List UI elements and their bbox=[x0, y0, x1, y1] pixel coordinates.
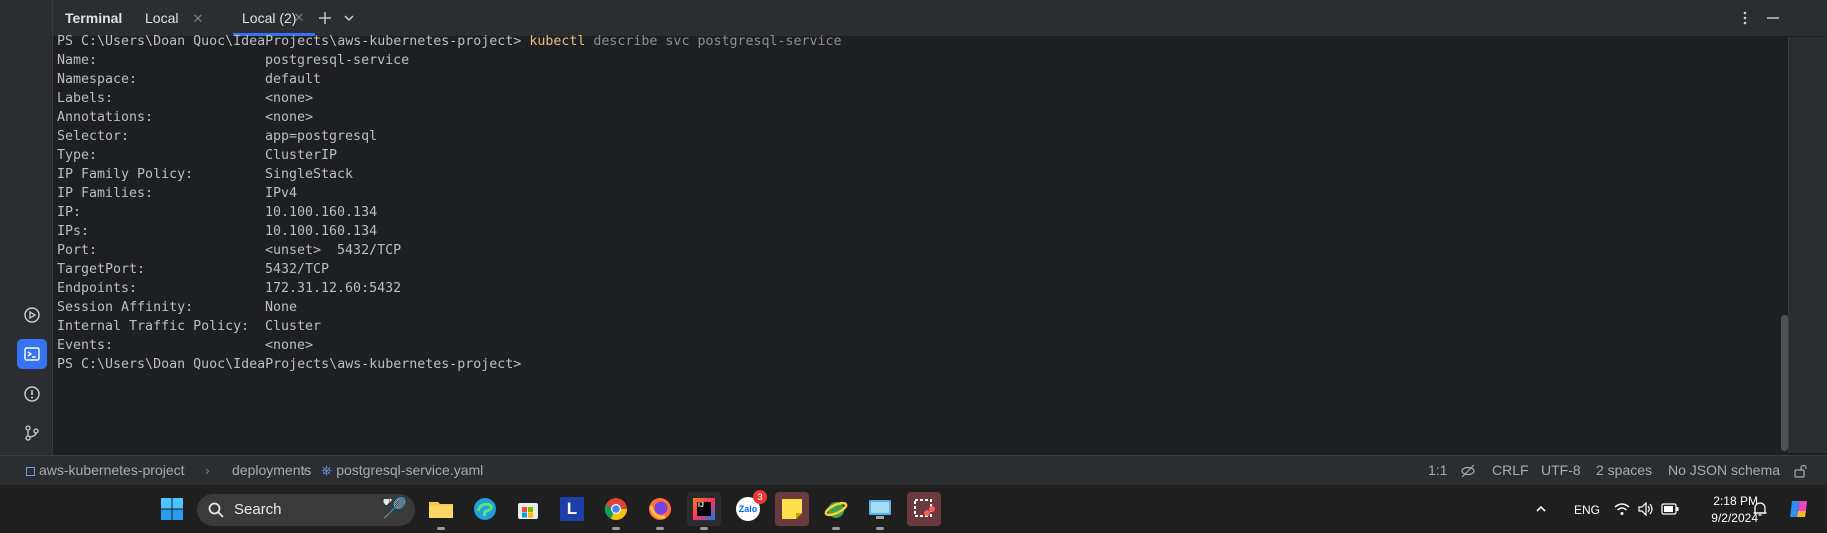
chevron-right-icon: › bbox=[205, 462, 210, 478]
breadcrumb-file-label: postgresql-service.yaml bbox=[336, 462, 484, 478]
file-encoding[interactable]: UTF-8 bbox=[1541, 456, 1581, 485]
breadcrumb-project-label: aws-kubernetes-project bbox=[39, 462, 185, 478]
command-line: PS C:\Users\Doan Quoc\IdeaProjects\aws-k… bbox=[57, 31, 842, 53]
terminal-icon[interactable] bbox=[17, 339, 47, 369]
close-icon[interactable]: ✕ bbox=[289, 8, 309, 28]
tool-window-strip bbox=[12, 0, 53, 455]
minimize-icon[interactable] bbox=[1763, 8, 1783, 28]
battery-icon[interactable] bbox=[1660, 492, 1680, 526]
terminal-output[interactable]: PS C:\Users\Doan Quoc\IdeaProjects\aws-k… bbox=[53, 34, 1784, 453]
unlock-icon[interactable] bbox=[1794, 456, 1808, 485]
indent-setting[interactable]: 2 spaces bbox=[1596, 456, 1652, 485]
sticky-notes-icon[interactable] bbox=[775, 492, 809, 526]
json-schema[interactable]: No JSON schema bbox=[1668, 456, 1780, 485]
plus-icon[interactable] bbox=[315, 8, 335, 28]
file-explorer-icon[interactable] bbox=[424, 492, 458, 530]
prompt-text: PS C:\Users\Doan Quoc\IdeaProjects\aws-k… bbox=[57, 34, 530, 49]
readonly-toggle-icon[interactable] bbox=[1460, 456, 1476, 485]
scrollbar-thumb[interactable] bbox=[1781, 315, 1788, 451]
line-ending[interactable]: CRLF bbox=[1492, 456, 1529, 485]
notification-bell-icon[interactable] bbox=[1748, 492, 1772, 526]
network-app-icon[interactable] bbox=[819, 492, 853, 530]
notification-badge: 3 bbox=[753, 490, 767, 504]
microsoft-store-icon[interactable] bbox=[511, 492, 545, 526]
command-args: describe svc postgresql-service bbox=[585, 34, 842, 49]
breadcrumb-folder[interactable]: deployments bbox=[232, 456, 311, 485]
search-highlight-icon: 🏸 bbox=[382, 498, 407, 520]
search-icon bbox=[208, 502, 224, 518]
status-bar: aws-kubernetes-project › deployments › ⎈… bbox=[0, 455, 1827, 485]
firefox-browser-icon[interactable] bbox=[643, 492, 677, 530]
git-icon[interactable] bbox=[17, 418, 47, 448]
tab-label: Local bbox=[145, 10, 179, 26]
problems-icon[interactable] bbox=[17, 379, 47, 409]
caret-position[interactable]: 1:1 bbox=[1428, 456, 1447, 485]
final-prompt: PS C:\Users\Doan Quoc\IdeaProjects\aws-k… bbox=[57, 357, 522, 372]
copilot-icon[interactable] bbox=[1784, 492, 1814, 526]
kubernetes-icon: ⎈ bbox=[321, 462, 333, 478]
volume-icon[interactable] bbox=[1636, 492, 1656, 526]
windows-start-icon[interactable] bbox=[155, 492, 189, 526]
wifi-icon[interactable] bbox=[1612, 492, 1632, 526]
module-icon bbox=[26, 466, 35, 476]
lingoes-app-icon[interactable]: L bbox=[555, 492, 589, 526]
taskbar-search[interactable]: Search 🏸 bbox=[197, 494, 415, 526]
intellij-idea-icon[interactable]: IJ bbox=[687, 492, 721, 530]
services-icon[interactable] bbox=[17, 300, 47, 330]
remote-desktop-icon[interactable] bbox=[863, 492, 897, 530]
chevron-up-icon[interactable] bbox=[1530, 492, 1552, 526]
ide-window: Terminal Local ✕ Local (2) ✕ PS C:\Users\… bbox=[0, 0, 1827, 485]
language-indicator[interactable]: ENG bbox=[1574, 503, 1600, 517]
zalo-app-icon[interactable]: Zalo 3 bbox=[731, 490, 767, 526]
more-options-icon[interactable] bbox=[1735, 8, 1755, 28]
command-text: kubectl bbox=[529, 34, 586, 49]
breadcrumb-file[interactable]: ⎈ postgresql-service.yaml bbox=[321, 456, 483, 485]
chevron-right-icon: › bbox=[302, 462, 307, 478]
snipping-tool-icon[interactable] bbox=[907, 492, 941, 526]
breadcrumb-project[interactable]: aws-kubernetes-project bbox=[26, 456, 185, 485]
windows-taskbar: Search 🏸 L IJ Zalo 3 ENG 2:18 PM 9/2/202… bbox=[0, 484, 1827, 533]
chrome-browser-icon[interactable] bbox=[599, 492, 633, 530]
right-tool-strip bbox=[1788, 37, 1827, 453]
chevron-down-icon[interactable] bbox=[339, 8, 359, 28]
search-label: Search bbox=[234, 501, 282, 518]
close-icon[interactable]: ✕ bbox=[192, 11, 203, 26]
edge-browser-icon[interactable] bbox=[468, 492, 502, 526]
